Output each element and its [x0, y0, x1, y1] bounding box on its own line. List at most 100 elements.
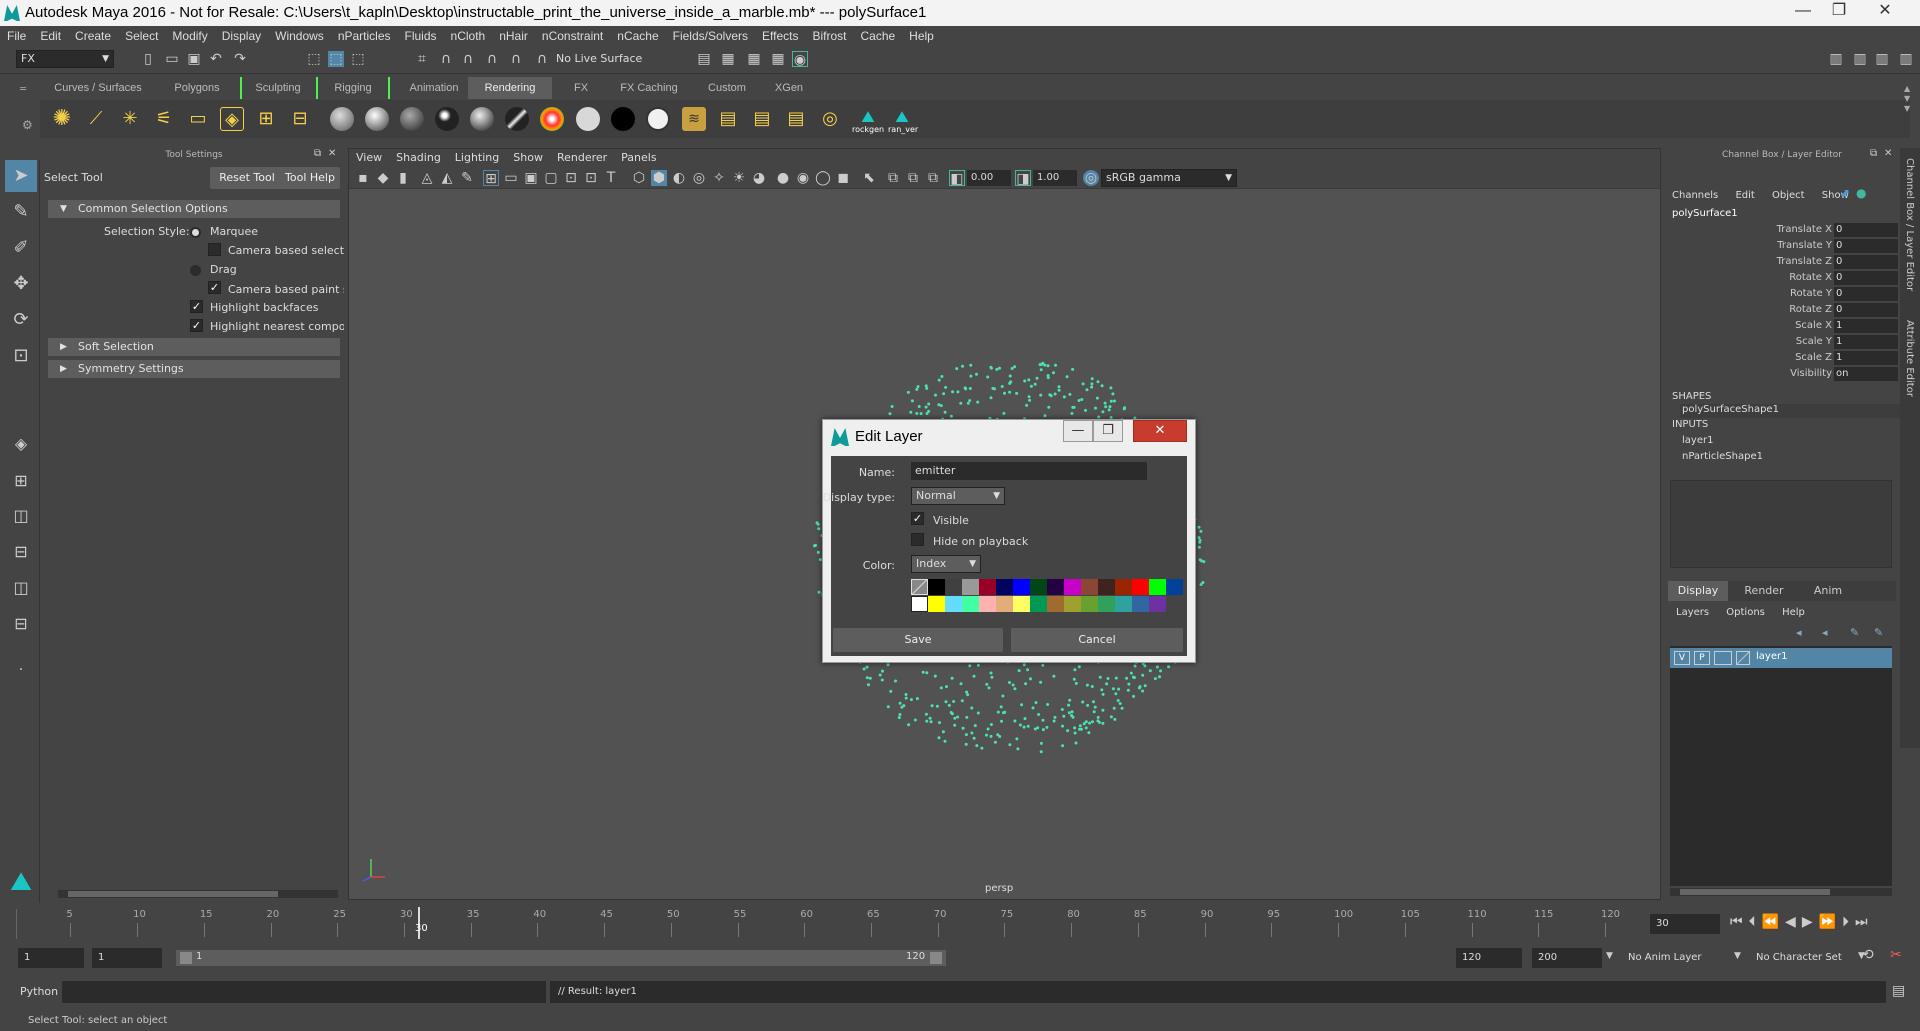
- visibility-toggle[interactable]: V: [1674, 651, 1690, 665]
- viewport-menu-renderer[interactable]: Renderer: [550, 149, 614, 167]
- color-swatch[interactable]: [1081, 596, 1098, 612]
- layer-name-input[interactable]: emitter: [911, 462, 1147, 480]
- layout-icon-3[interactable]: ▥: [1898, 51, 1914, 67]
- render-batch-icon[interactable]: ◎: [818, 107, 842, 131]
- render-region-icon[interactable]: ▤: [784, 107, 808, 131]
- color-swatch[interactable]: [1098, 579, 1115, 595]
- chevron-down-icon[interactable]: ▼: [1606, 951, 1613, 961]
- persp-graph-layout-icon[interactable]: ⊟: [5, 536, 37, 568]
- tool-help-button[interactable]: Tool Help: [280, 167, 340, 189]
- select-component-icon[interactable]: ⬚: [350, 51, 366, 67]
- move-tool-icon[interactable]: ✥: [5, 268, 37, 300]
- attribute-editor-side-tab[interactable]: Attribute Editor: [1904, 320, 1915, 397]
- gear-icon[interactable]: ⚙: [22, 118, 33, 132]
- range-start-handle[interactable]: [180, 952, 192, 964]
- color-swatch[interactable]: [979, 596, 996, 612]
- workspace-icon[interactable]: ▥: [1828, 51, 1844, 67]
- go-to-start-icon[interactable]: ⏮: [1730, 914, 1749, 930]
- playback-start-field[interactable]: 1: [92, 948, 162, 968]
- gate-mask-icon[interactable]: ▢: [543, 170, 559, 186]
- input-nparticleshape1[interactable]: nParticleShape1: [1682, 451, 1763, 462]
- wireframe-on-shaded-icon[interactable]: ◎: [691, 170, 707, 186]
- film-gate-icon[interactable]: ▭: [503, 170, 519, 186]
- four-view-layout-icon[interactable]: ⊞: [5, 465, 37, 497]
- xray-active-icon[interactable]: ⧉: [905, 170, 921, 186]
- menu-ncache[interactable]: nCache: [610, 26, 665, 46]
- snap-point-icon[interactable]: ∩: [460, 51, 476, 67]
- white-shader-icon[interactable]: [646, 107, 670, 131]
- color-swatch[interactable]: [962, 579, 979, 595]
- render-layer-icon[interactable]: ▤: [716, 107, 740, 131]
- black-shader-icon[interactable]: [611, 107, 635, 131]
- channel-value[interactable]: 0: [1834, 223, 1898, 237]
- tab-render[interactable]: Render: [1734, 581, 1794, 601]
- exposure-icon[interactable]: ◧: [949, 170, 965, 187]
- minimize-button[interactable]: —: [1786, 0, 1820, 22]
- lambert-icon[interactable]: [330, 107, 354, 131]
- magnet-icon[interactable]: ∩: [534, 51, 550, 67]
- gamma-field[interactable]: 1.00: [1033, 170, 1077, 186]
- menu-nhair[interactable]: nHair: [492, 26, 535, 46]
- color-swatch[interactable]: [996, 579, 1013, 595]
- color-swatch[interactable]: [1132, 579, 1149, 595]
- use-all-lights-icon[interactable]: ☀: [731, 170, 747, 186]
- new-scene-icon[interactable]: ▯: [140, 51, 156, 67]
- color-swatch[interactable]: [945, 579, 962, 595]
- surface-shader-icon[interactable]: [435, 107, 459, 131]
- channel-row[interactable]: Rotate Y0: [1664, 286, 1900, 302]
- cancel-button[interactable]: Cancel: [1011, 628, 1183, 652]
- tab-anim[interactable]: Anim: [1798, 581, 1858, 601]
- camera-select-icon[interactable]: ▪: [355, 170, 371, 186]
- volume-light-icon[interactable]: ◈: [220, 107, 244, 131]
- layer-name[interactable]: layer1: [1756, 651, 1787, 662]
- color-swatch[interactable]: [1132, 596, 1149, 612]
- reset-tool-button[interactable]: Reset Tool: [210, 167, 284, 189]
- menu-display[interactable]: Display: [215, 26, 268, 46]
- hypershade-icon[interactable]: ◉: [792, 51, 808, 68]
- scale-tool-icon[interactable]: ⊡: [5, 340, 37, 372]
- dialog-close-button[interactable]: ✕: [1133, 420, 1187, 442]
- step-back-icon[interactable]: ⏴: [1749, 914, 1762, 930]
- multisample-aa-icon[interactable]: ◯: [815, 170, 831, 186]
- highlight-backfaces-checkbox[interactable]: ✓: [190, 300, 203, 313]
- snap-grid-icon[interactable]: ⌗: [414, 51, 430, 67]
- color-swatch[interactable]: [945, 596, 962, 612]
- phong-icon[interactable]: [400, 107, 424, 131]
- layout-icon-2[interactable]: ▥: [1874, 51, 1890, 67]
- range-end-handle[interactable]: [930, 952, 942, 964]
- edit-menu[interactable]: Edit: [1735, 190, 1754, 201]
- play-backwards-icon[interactable]: ◀: [1785, 914, 1802, 930]
- render-pass-icon[interactable]: ▤: [750, 107, 774, 131]
- shadows-icon[interactable]: ◕: [751, 170, 767, 186]
- tab-xgen[interactable]: XGen: [758, 77, 820, 99]
- no-color-swatch[interactable]: [911, 579, 928, 595]
- new-layer-icon[interactable]: ✎: [1850, 626, 1859, 639]
- float-panel-icon[interactable]: ⧉: [1870, 148, 1877, 159]
- color-mode-dropdown[interactable]: Index ▼: [911, 555, 981, 573]
- wireframe-icon[interactable]: ⬡: [631, 170, 647, 186]
- undo-icon[interactable]: ↶: [208, 51, 224, 67]
- tab-curves-surfaces[interactable]: Curves / Surfaces: [42, 77, 154, 99]
- select-object-icon[interactable]: ⬚: [328, 51, 344, 67]
- shelf-scroll-icon[interactable]: ▲ ▼ ▼: [1904, 84, 1910, 114]
- close-panel-icon[interactable]: ✕: [1884, 148, 1892, 159]
- area-light-icon[interactable]: ▭: [186, 107, 210, 131]
- anim-layer-dropdown[interactable]: No Anim Layer: [1622, 948, 1742, 968]
- channel-box-icon[interactable]: ⬈: [1840, 186, 1850, 200]
- tab-rendering[interactable]: Rendering: [468, 77, 552, 99]
- command-language-label[interactable]: Python: [20, 985, 58, 998]
- color-swatch[interactable]: [979, 579, 996, 595]
- color-swatch[interactable]: [1013, 579, 1030, 595]
- layer-scrollbar[interactable]: [1670, 888, 1892, 896]
- go-to-end-icon[interactable]: ⏭: [1855, 914, 1874, 930]
- drag-radio[interactable]: [190, 265, 201, 276]
- channel-value[interactable]: 1: [1834, 335, 1898, 349]
- shape-name[interactable]: polySurfaceShape1: [1680, 404, 1900, 418]
- xray-icon[interactable]: ⧉: [885, 170, 901, 186]
- screen-space-ao-icon[interactable]: ●: [775, 170, 791, 186]
- animation-end-field[interactable]: 200: [1532, 948, 1602, 968]
- camera-aim-icon[interactable]: ⊟: [288, 107, 312, 131]
- tab-polygons[interactable]: Polygons: [160, 77, 234, 99]
- single-perspective-layout-icon[interactable]: ◈: [5, 428, 37, 460]
- redo-icon[interactable]: ↷: [232, 51, 248, 67]
